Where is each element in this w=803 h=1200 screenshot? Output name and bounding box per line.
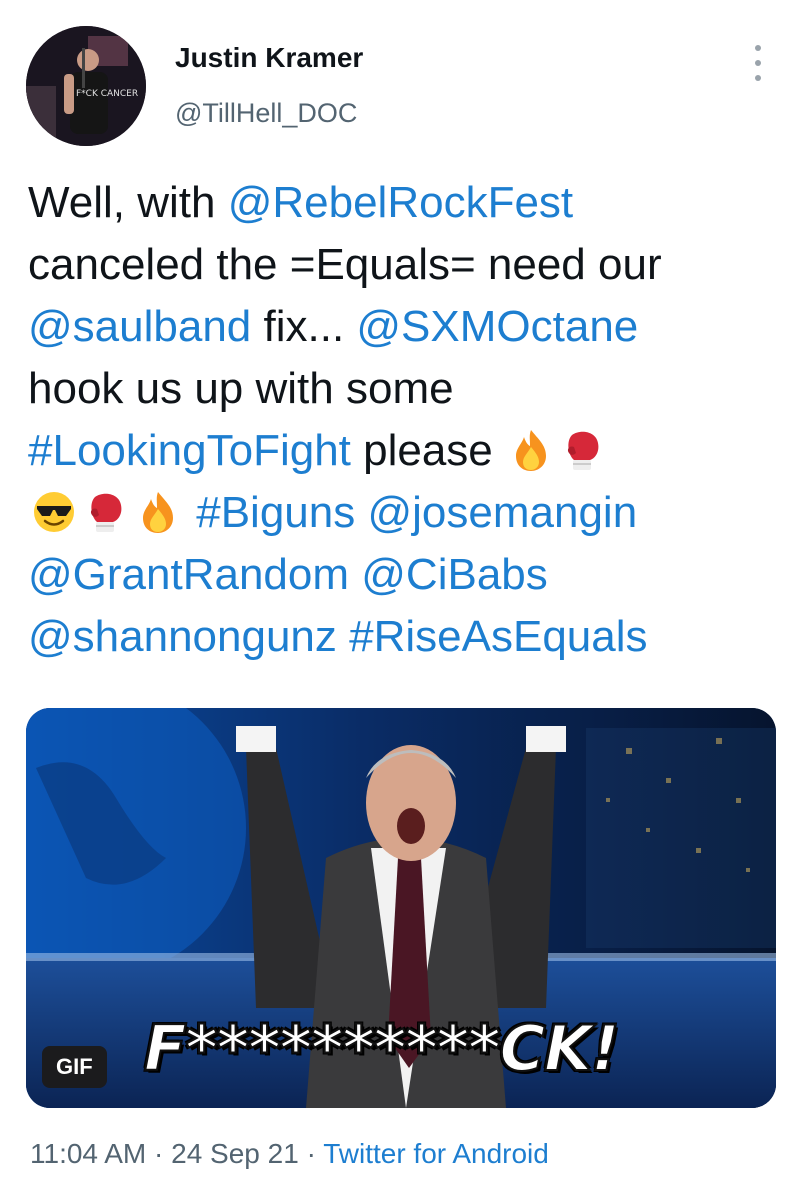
hashtag-link[interactable]: #RiseAsEquals (349, 612, 647, 661)
mention-link[interactable]: @GrantRandom (28, 550, 349, 599)
tweet-line: #LookingToFight please (28, 420, 788, 482)
tweet-text-segment: fix... (251, 302, 357, 351)
more-options-icon[interactable] (752, 45, 764, 81)
author-handle[interactable]: @TillHell_DOC (175, 98, 357, 129)
tweet-text-segment (184, 488, 196, 537)
author-name[interactable]: Justin Kramer (175, 42, 363, 74)
mention-link[interactable]: @josemangin (367, 488, 637, 537)
mention-link[interactable]: @SXMOctane (356, 302, 638, 351)
hashtag-link[interactable]: #LookingToFight (28, 426, 351, 475)
tweet-metadata: 11:04 AM · 24 Sep 21 · Twitter for Andro… (30, 1138, 549, 1170)
tweet-line: #Biguns @josemangin (28, 482, 788, 544)
separator: · (146, 1138, 172, 1169)
tweet-text-segment: Well, with (28, 178, 228, 227)
separator: · (298, 1138, 324, 1169)
tweet-text-segment: please (350, 426, 505, 475)
fire-emoji (143, 492, 173, 533)
avatar-image: F*CK CANCER (26, 26, 146, 146)
tweet-source[interactable]: Twitter for Android (323, 1138, 549, 1169)
mention-link[interactable]: @RebelRockFest (228, 178, 573, 227)
tweet-text-segment (349, 550, 361, 599)
tweet-text: Well, with @RebelRockFest canceled the =E… (28, 172, 788, 668)
gif-caption: F**********CK! (143, 1011, 620, 1086)
tweet-line: hook us up with some (28, 358, 788, 420)
mention-link[interactable]: @shannongunz (28, 612, 337, 661)
boxing-glove-emoji (567, 431, 599, 470)
gif-badge: GIF (42, 1046, 107, 1088)
avatar-shirt-text: F*CK CANCER (76, 89, 138, 99)
fire-emoji (516, 430, 546, 471)
tweet-line: @GrantRandom @CiBabs (28, 544, 788, 606)
tweet-text-segment: canceled the =Equals= need our (28, 240, 662, 289)
tweet-text-segment (355, 488, 367, 537)
tweet-line: @saulband fix... @SXMOctane (28, 296, 788, 358)
mention-link[interactable]: @saulband (28, 302, 251, 351)
tweet-text-segment (337, 612, 349, 661)
sunglasses-emoji (34, 492, 74, 532)
gif-media[interactable]: F**********CK! GIF (26, 708, 776, 1108)
tweet-text-segment: hook us up with some (28, 364, 454, 413)
tweet-time[interactable]: 11:04 AM (30, 1138, 146, 1169)
hashtag-link[interactable]: #Biguns (196, 488, 355, 537)
avatar[interactable]: F*CK CANCER (26, 26, 146, 146)
boxing-glove-emoji (90, 493, 122, 532)
tweet-line: canceled the =Equals= need our (28, 234, 788, 296)
tweet-line: Well, with @RebelRockFest (28, 172, 788, 234)
tweet-line: @shannongunz #RiseAsEquals (28, 606, 788, 668)
mention-link[interactable]: @CiBabs (361, 550, 548, 599)
tweet-date[interactable]: 24 Sep 21 (171, 1138, 299, 1169)
